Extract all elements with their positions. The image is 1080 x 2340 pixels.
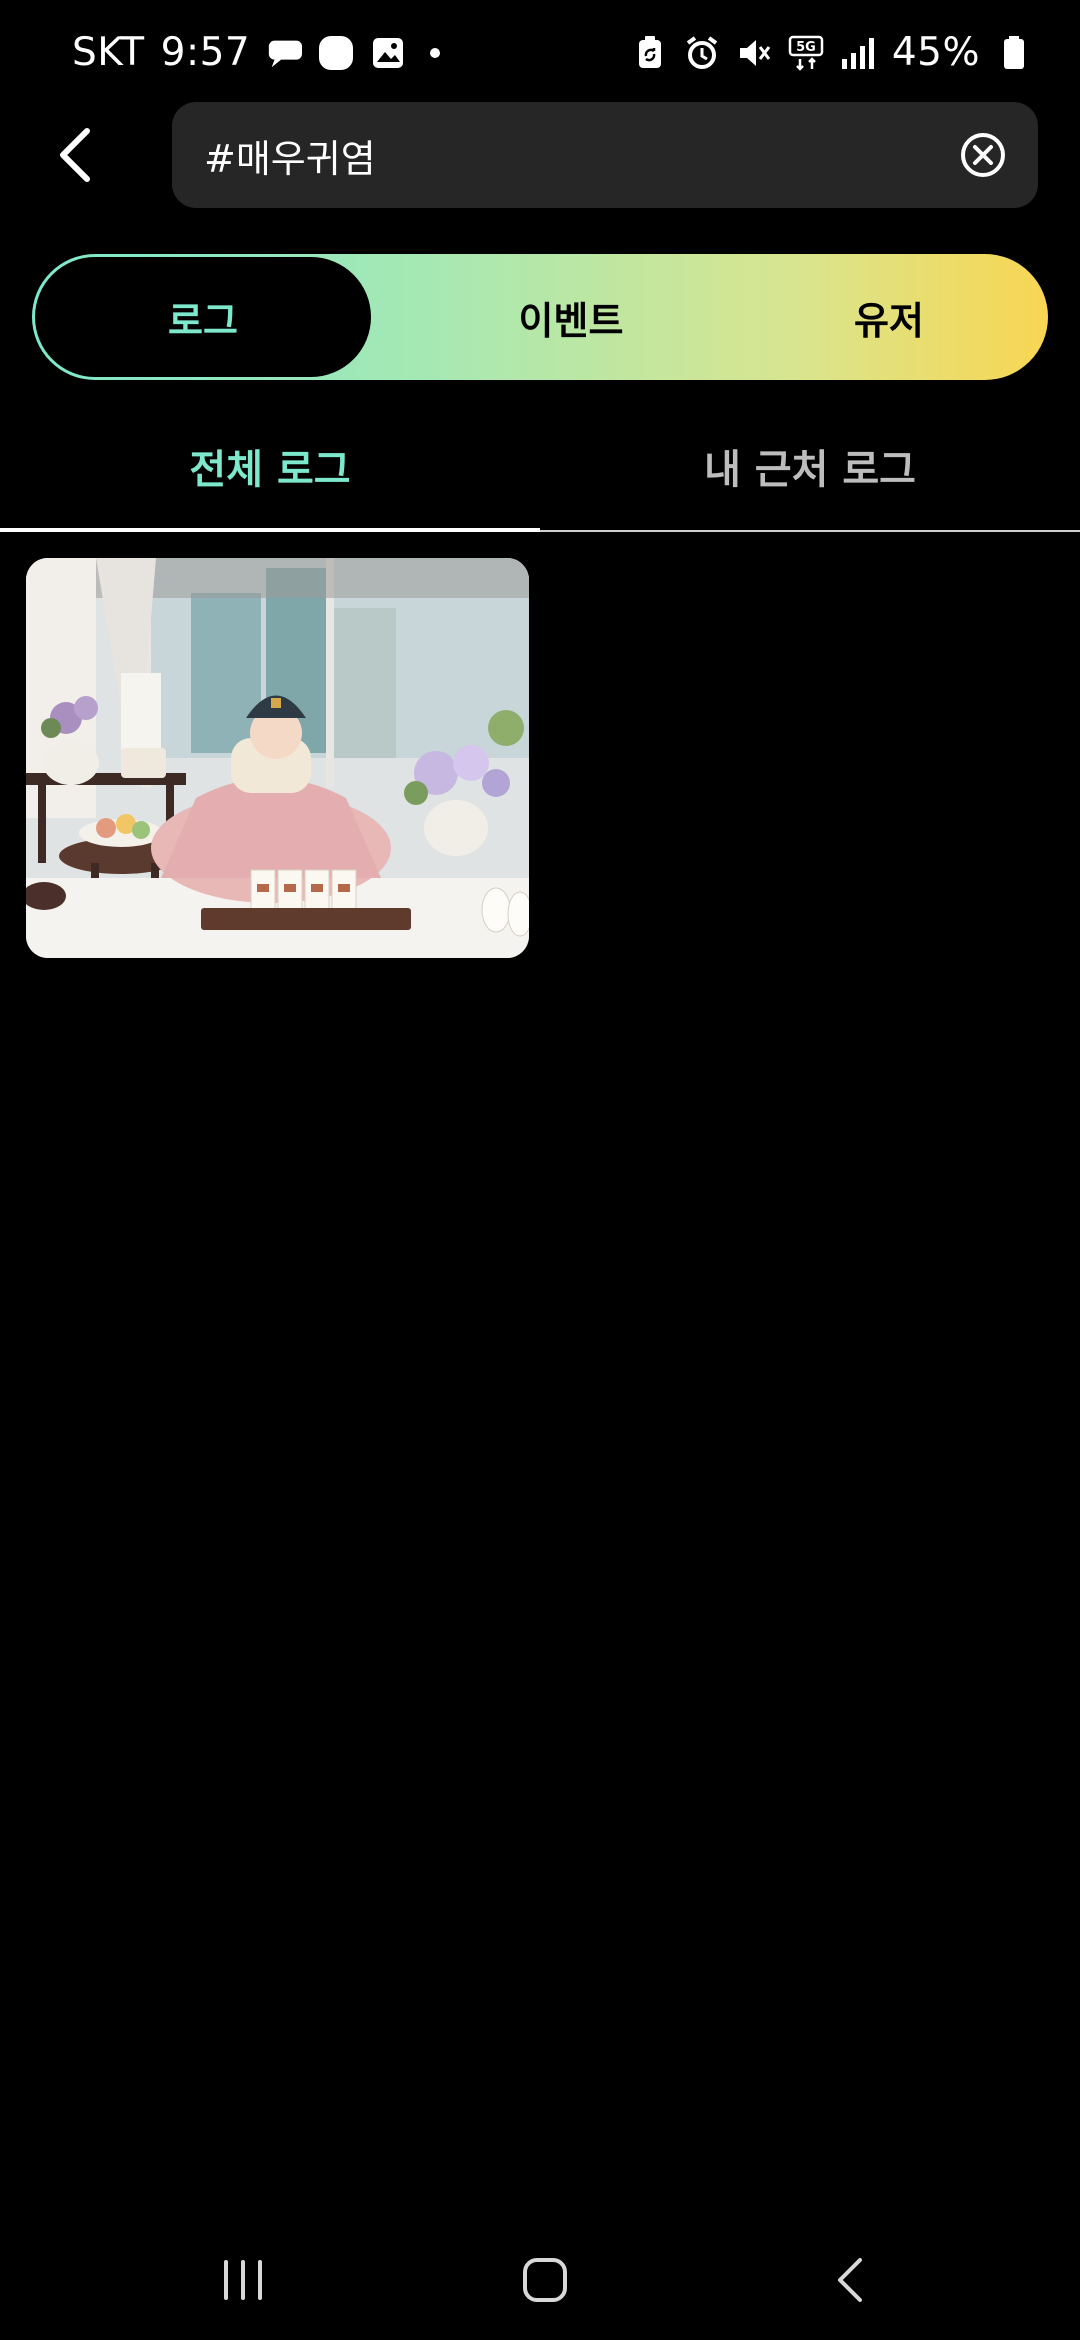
status-bar: SKT 9:57 5G 45% bbox=[0, 0, 1080, 105]
tab-indicator bbox=[0, 528, 540, 532]
app-badge-icon bbox=[318, 35, 354, 71]
alarm-icon bbox=[684, 35, 720, 71]
5g-icon: 5G bbox=[788, 35, 824, 71]
search-query[interactable]: #매우귀염 bbox=[204, 128, 958, 183]
battery-saver-icon bbox=[632, 35, 668, 71]
chat-bubble-icon bbox=[266, 35, 303, 71]
notification-dot-icon bbox=[430, 47, 441, 58]
status-left: SKT 9:57 bbox=[72, 30, 441, 75]
search-input[interactable]: #매우귀염 bbox=[172, 102, 1038, 208]
recent-apps-icon bbox=[224, 2260, 262, 2300]
segment-event[interactable]: 이벤트 bbox=[408, 254, 734, 380]
log-subtabs: 전체 로그 내 근처 로그 bbox=[0, 400, 1080, 532]
signal-icon bbox=[840, 35, 876, 71]
segment-log[interactable]: 로그 bbox=[35, 257, 371, 377]
gallery-icon bbox=[370, 35, 406, 71]
recent-apps-button[interactable] bbox=[183, 2230, 303, 2330]
clock: 9:57 bbox=[160, 30, 251, 75]
svg-text:5G: 5G bbox=[796, 40, 816, 55]
system-back-button[interactable] bbox=[790, 2230, 910, 2330]
mute-icon bbox=[736, 35, 772, 71]
carrier-label: SKT bbox=[72, 30, 145, 75]
clear-circle-icon bbox=[961, 133, 1005, 177]
home-icon bbox=[523, 2258, 567, 2302]
status-right: 5G 45% bbox=[632, 30, 1032, 75]
battery-icon bbox=[996, 35, 1032, 71]
back-icon bbox=[838, 2258, 862, 2302]
chevron-left-icon bbox=[60, 128, 90, 182]
baby-in-hanbok-photo bbox=[26, 558, 529, 958]
segment-user[interactable]: 유저 bbox=[736, 254, 1042, 380]
home-button[interactable] bbox=[485, 2230, 605, 2330]
category-segmented-control: 로그 이벤트 유저 bbox=[32, 254, 1048, 380]
back-button[interactable] bbox=[40, 120, 110, 190]
system-nav-bar bbox=[0, 2220, 1080, 2340]
search-row: #매우귀염 bbox=[0, 102, 1080, 208]
battery-percent: 45% bbox=[891, 30, 980, 75]
tab-nearby-logs[interactable]: 내 근처 로그 bbox=[540, 400, 1080, 532]
results-grid bbox=[26, 558, 529, 958]
tab-all-logs[interactable]: 전체 로그 bbox=[0, 400, 540, 532]
clear-search-button[interactable] bbox=[958, 130, 1008, 180]
log-thumbnail[interactable] bbox=[26, 558, 529, 958]
